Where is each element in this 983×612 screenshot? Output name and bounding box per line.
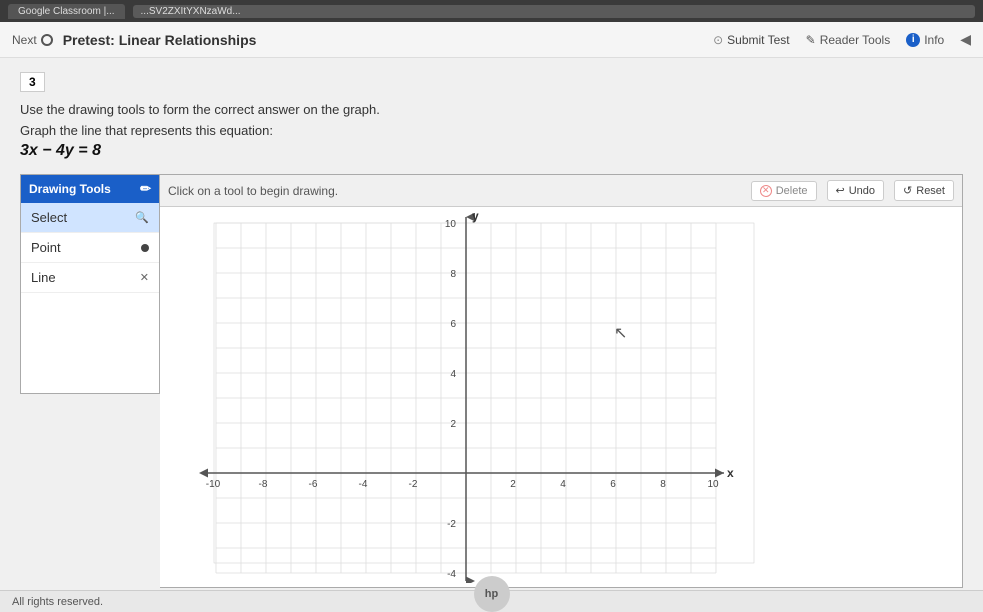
page-title: Pretest: Linear Relationships: [63, 32, 257, 48]
drawing-container: Drawing Tools ✏ Select 🔍 Point Line ✕ Cl…: [20, 174, 963, 588]
point-tool[interactable]: Point: [21, 233, 159, 263]
svg-text:8: 8: [450, 269, 456, 280]
delete-icon: ✕: [760, 185, 772, 197]
question-number-badge: 3: [20, 72, 45, 92]
svg-text:↖: ↖: [614, 325, 627, 342]
svg-text:2: 2: [510, 479, 516, 490]
graph-toolbar: Click on a tool to begin drawing. ✕ Dele…: [160, 175, 962, 207]
instructions-text: Use the drawing tools to form the correc…: [20, 102, 963, 117]
svg-text:4: 4: [450, 369, 456, 380]
svg-text:-2: -2: [447, 519, 456, 530]
reader-tools-icon: ✎: [806, 33, 816, 47]
reader-tools-button[interactable]: ✎ Reader Tools: [806, 33, 891, 47]
submit-test-button[interactable]: ⊙ Submit Test: [713, 33, 790, 47]
graph-label: Graph the line that represents this equa…: [20, 123, 963, 138]
svg-text:4: 4: [560, 479, 566, 490]
graph-area: Click on a tool to begin drawing. ✕ Dele…: [160, 174, 963, 588]
svg-text:-10: -10: [206, 479, 221, 490]
next-circle-icon: [41, 34, 53, 46]
tools-header: Drawing Tools ✏: [21, 175, 159, 203]
drawing-tools-panel: Drawing Tools ✏ Select 🔍 Point Line ✕: [20, 174, 160, 394]
nav-next[interactable]: Next: [12, 33, 53, 47]
svg-text:6: 6: [450, 319, 456, 330]
browser-bar: Google Classroom |... ...SV2ZXItYXNzaWd.…: [0, 0, 983, 22]
info-icon: i: [906, 33, 920, 47]
svg-text:10: 10: [445, 219, 457, 230]
reset-button[interactable]: ↺ Reset: [894, 180, 954, 201]
line-icon: ✕: [140, 271, 149, 284]
info-button[interactable]: i Info: [906, 33, 944, 47]
equation-display: 3x − 4y = 8: [20, 142, 963, 160]
copyright-text: All rights reserved.: [12, 596, 103, 608]
back-arrow-icon[interactable]: ◀: [960, 31, 971, 48]
svg-text:x: x: [727, 466, 734, 480]
browser-tab[interactable]: Google Classroom |...: [8, 4, 125, 19]
select-tool[interactable]: Select 🔍: [21, 203, 159, 233]
app-header: Next Pretest: Linear Relationships ⊙ Sub…: [0, 22, 983, 58]
graph-svg-container[interactable]: .grid-line { stroke: #ddd; stroke-width:…: [160, 207, 962, 587]
undo-icon: ↩: [836, 184, 845, 197]
svg-text:y: y: [472, 213, 479, 223]
svg-text:-6: -6: [309, 479, 318, 490]
svg-text:-4: -4: [359, 479, 368, 490]
svg-text:10: 10: [707, 479, 719, 490]
delete-button[interactable]: ✕ Delete: [751, 181, 817, 201]
point-icon: [141, 244, 149, 252]
coordinate-graph[interactable]: .grid-line { stroke: #ddd; stroke-width:…: [164, 213, 764, 583]
line-tool[interactable]: Line ✕: [21, 263, 159, 293]
next-label[interactable]: Next: [12, 33, 37, 47]
main-content: 3 Use the drawing tools to form the corr…: [0, 58, 983, 590]
svg-text:6: 6: [610, 479, 616, 490]
browser-url: ...SV2ZXItYXNzaWd...: [133, 5, 975, 18]
undo-button[interactable]: ↩ Undo: [827, 180, 885, 201]
svg-text:2: 2: [450, 419, 456, 430]
toolbar-instruction: Click on a tool to begin drawing.: [168, 184, 741, 198]
select-icon: 🔍: [135, 211, 149, 224]
hp-logo: hp: [474, 576, 510, 612]
pencil-icon: ✏: [140, 181, 151, 197]
svg-text:8: 8: [660, 479, 666, 490]
submit-icon: ⊙: [713, 33, 723, 47]
reset-icon: ↺: [903, 184, 912, 197]
svg-text:-4: -4: [447, 569, 456, 580]
header-right: ⊙ Submit Test ✎ Reader Tools i Info ◀: [713, 31, 971, 48]
svg-text:-2: -2: [409, 479, 418, 490]
svg-text:-8: -8: [259, 479, 268, 490]
